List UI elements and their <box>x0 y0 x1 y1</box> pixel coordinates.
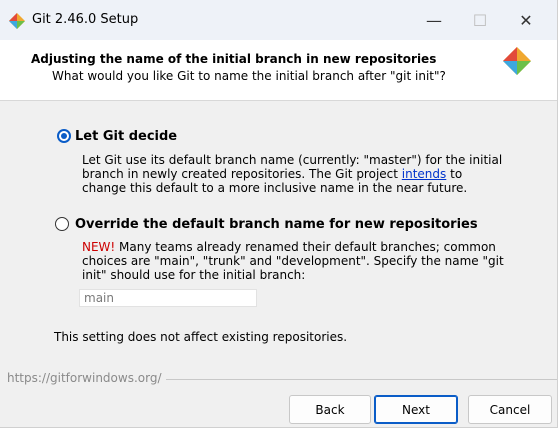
window-title: Git 2.46.0 Setup <box>32 12 139 27</box>
maximize-button[interactable]: ☐ <box>457 0 503 40</box>
options-panel: Let Git decide Let Git use its default b… <box>0 101 557 363</box>
next-button[interactable]: Next <box>374 395 458 424</box>
option-description-let-git-decide: Let Git use its default branch name (cur… <box>82 153 507 195</box>
footer-url: https://gitforwindows.org/ <box>7 371 166 385</box>
branch-name-input[interactable]: main <box>79 289 257 307</box>
back-button[interactable]: Back <box>289 395 371 424</box>
git-logo-icon <box>9 13 25 29</box>
cancel-button[interactable]: Cancel <box>468 395 552 424</box>
setup-window: Git 2.46.0 Setup — ☐ ✕ Adjusting the nam… <box>0 0 558 428</box>
new-badge: NEW! <box>82 240 116 254</box>
page-header: Adjusting the name of the initial branch… <box>0 40 557 101</box>
close-button[interactable]: ✕ <box>503 0 549 40</box>
intends-link[interactable]: intends <box>402 167 447 181</box>
radio-let-git-decide[interactable] <box>57 129 71 143</box>
radio-override-branch-name[interactable] <box>55 217 69 231</box>
option-label-let-git-decide[interactable]: Let Git decide <box>75 129 177 144</box>
git-logo-icon <box>503 47 531 75</box>
option-label-override[interactable]: Override the default branch name for new… <box>75 217 478 232</box>
page-subheading: What would you like Git to name the init… <box>52 69 446 83</box>
option-description-override: NEW! Many teams already renamed their de… <box>82 240 507 282</box>
minimize-button[interactable]: — <box>411 0 457 40</box>
title-bar: Git 2.46.0 Setup — ☐ ✕ <box>0 0 557 40</box>
description-text: Many teams already renamed their default… <box>82 240 504 282</box>
note-text: This setting does not affect existing re… <box>54 330 348 344</box>
page-heading: Adjusting the name of the initial branch… <box>31 52 437 66</box>
